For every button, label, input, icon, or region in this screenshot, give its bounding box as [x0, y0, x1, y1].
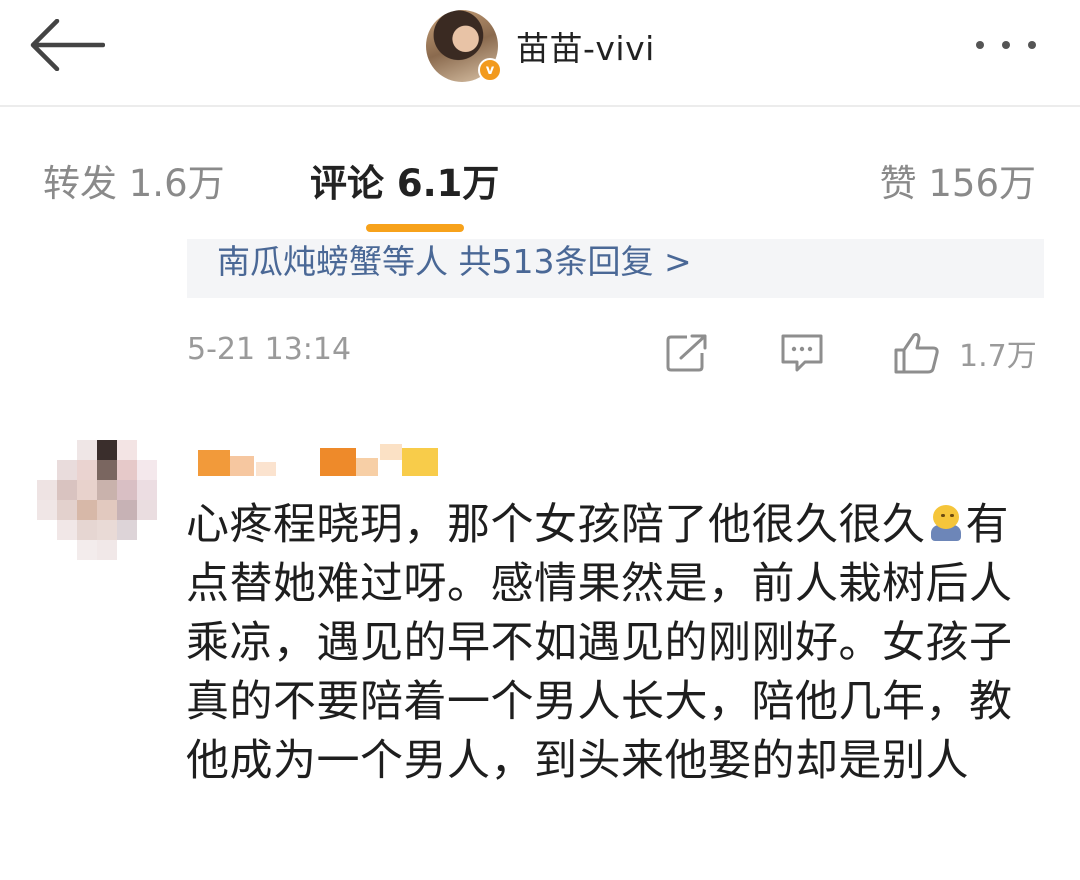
back-arrow-icon [30, 19, 105, 71]
reply-button[interactable] [779, 330, 825, 376]
top-bar: v 苗苗-vivi [0, 0, 1080, 107]
comment-item: 心疼程晓玥，那个女孩陪了他很久很久 有点替她难过呀。感情果然是，前人栽树后人乘凉，… [0, 420, 1080, 880]
sad-emoji-icon [928, 503, 964, 543]
author-username[interactable]: 苗苗-vivi [516, 22, 655, 70]
more-options-button[interactable] [976, 28, 1036, 62]
like-count: 1.7万 [959, 339, 1037, 374]
thumbs-up-icon [894, 333, 939, 374]
comment-text-part: 心疼程晓玥，那个女孩陪了他很久很久 [186, 500, 926, 550]
comment-icon [781, 334, 823, 372]
share-button[interactable] [665, 330, 709, 376]
more-dots-icon [1002, 41, 1010, 49]
author-avatar[interactable]: v [426, 10, 502, 82]
tab-repost[interactable]: 转发 1.6万 [43, 153, 225, 207]
reply-summary-box[interactable]: 南瓜炖螃蟹等人 共513条回复 > [187, 239, 1044, 298]
engagement-tabs: 转发 1.6万 评论 6.1万 赞 156万 [0, 109, 1080, 239]
comment-body: 心疼程晓玥，那个女孩陪了他很久很久 有点替她难过呀。感情果然是，前人栽树后人乘凉，… [186, 496, 1046, 791]
verified-badge-icon: v [478, 58, 502, 82]
more-dots-icon [976, 41, 984, 49]
active-tab-indicator [366, 224, 464, 232]
reply-summary-link[interactable]: 南瓜炖螃蟹等人 共513条回复 > [217, 239, 692, 283]
share-icon [666, 334, 707, 372]
commenter-avatar-blurred[interactable] [37, 440, 159, 562]
comment-meta-row: 5-21 13:14 1.7万 [187, 330, 1044, 376]
like-button[interactable]: 1.7万 [893, 330, 1037, 376]
commenter-name-blurred[interactable] [198, 440, 448, 484]
post-author[interactable]: v 苗苗-vivi [426, 8, 655, 84]
tab-comment[interactable]: 评论 6.1万 [310, 153, 499, 207]
comment-timestamp: 5-21 13:14 [187, 332, 352, 367]
more-dots-icon [1028, 41, 1036, 49]
back-button[interactable] [24, 14, 110, 76]
tab-like[interactable]: 赞 156万 [880, 153, 1036, 207]
